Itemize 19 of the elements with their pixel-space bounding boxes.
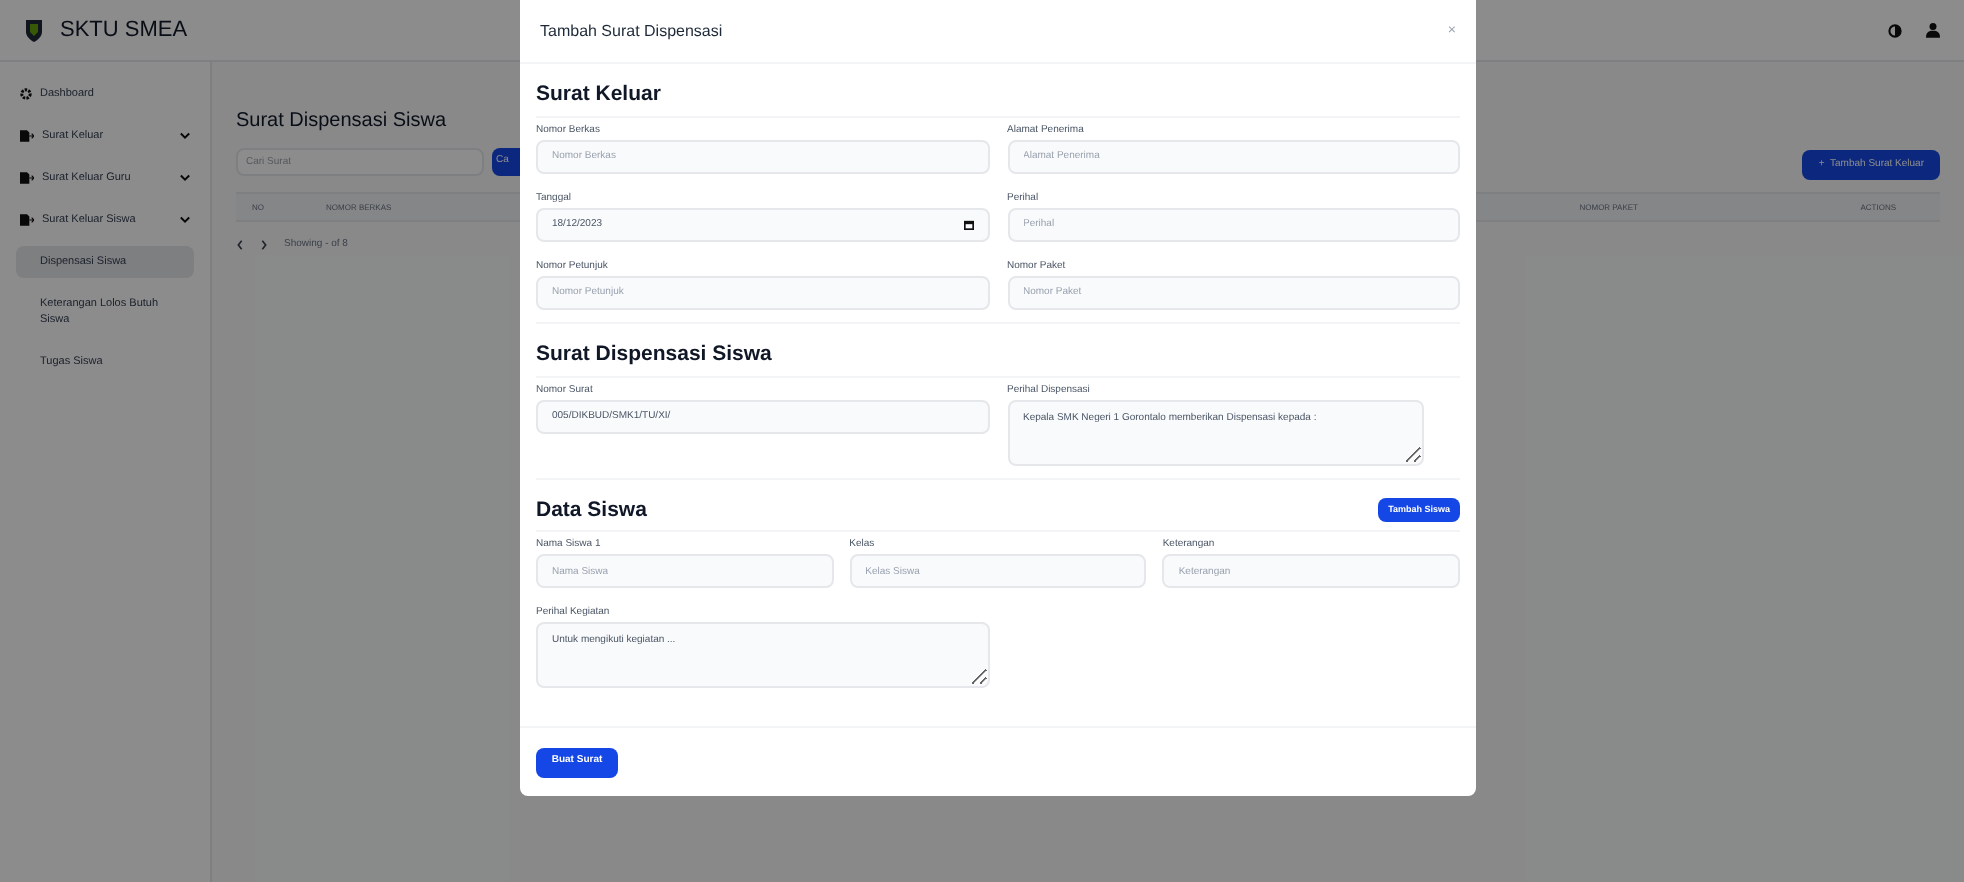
user-icon[interactable] (1926, 22, 1940, 38)
gear-icon (20, 88, 32, 100)
previous-icon[interactable] (236, 240, 244, 251)
chevron-down-icon (180, 216, 190, 224)
shield-icon (24, 18, 44, 42)
document-icon (20, 130, 34, 142)
modal-title: Tambah Surat Dispensasi (540, 19, 723, 43)
chevron-down-icon (180, 132, 190, 140)
chevron-down-icon (180, 174, 190, 182)
next-icon[interactable] (260, 240, 268, 251)
app-title: SKTU SMEA (60, 15, 188, 46)
section-heading: Surat Dispensasi Siswa (536, 339, 772, 370)
document-icon (20, 172, 34, 184)
section-heading: Surat Keluar (536, 80, 661, 110)
theme-toggle-icon[interactable] (1888, 23, 1902, 37)
calendar-icon[interactable] (963, 219, 973, 230)
section-heading: Data Siswa (536, 495, 647, 525)
page-title: Surat Dispensasi Siswa (236, 108, 449, 136)
document-icon (20, 214, 34, 226)
